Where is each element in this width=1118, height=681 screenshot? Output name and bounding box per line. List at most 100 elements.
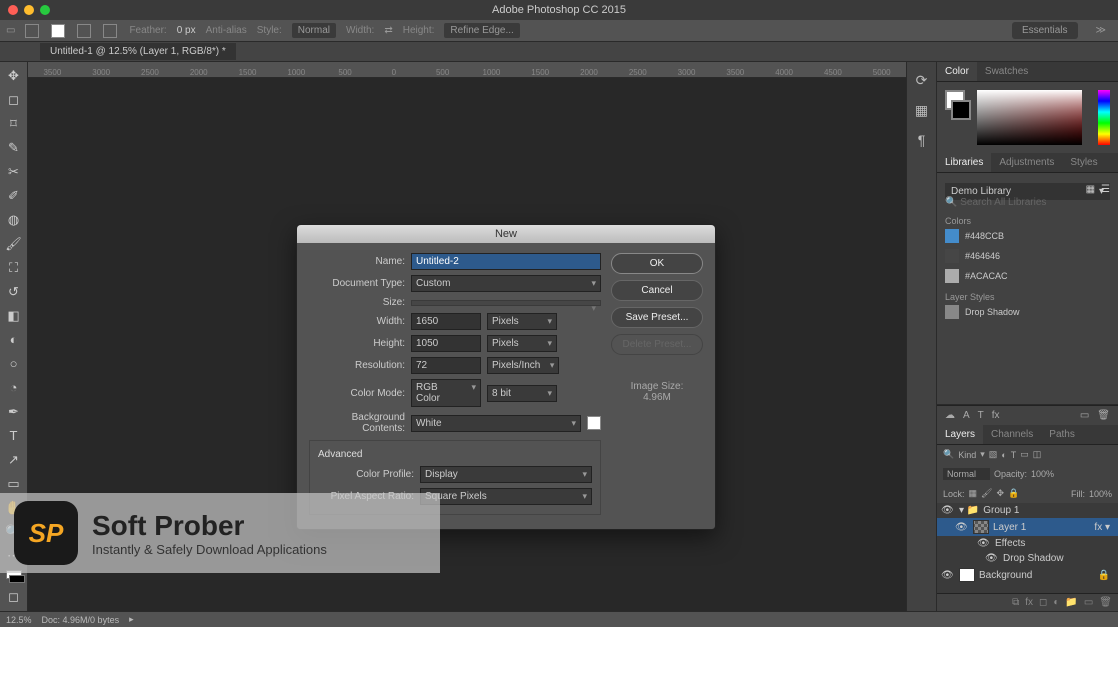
layer-background[interactable]: 👁Background🔒 <box>937 566 1118 584</box>
lib-upload-icon[interactable]: ☁ <box>945 410 955 421</box>
zoom-level[interactable]: 12.5% <box>6 615 32 625</box>
lock-position-icon[interactable]: ✥ <box>996 488 1004 499</box>
libraries-tab[interactable]: Libraries <box>937 153 991 172</box>
visibility-icon[interactable]: 👁 <box>941 505 955 516</box>
eraser-tool-icon[interactable]: ◧ <box>4 306 24 326</box>
color-depth-dropdown[interactable]: 8 bit <box>487 385 557 402</box>
blend-mode-dropdown[interactable]: Normal <box>943 468 990 480</box>
style-dropdown[interactable]: Normal <box>292 23 336 38</box>
selection-add-icon[interactable] <box>51 24 65 38</box>
library-list-icon[interactable]: ☰ <box>1101 184 1110 195</box>
color-item[interactable]: #464646 <box>945 246 1110 266</box>
close-window-button[interactable] <box>8 5 18 15</box>
background-swatch[interactable] <box>951 100 971 120</box>
color-item[interactable]: #ACACAC <box>945 266 1110 286</box>
layer-effects[interactable]: 👁Effects <box>937 536 1118 551</box>
width-input[interactable] <box>411 313 481 330</box>
marquee-tool-icon[interactable]: ▭ <box>6 25 15 36</box>
character-panel-icon[interactable]: ¶ <box>913 132 931 150</box>
lib-fx-icon[interactable]: fx <box>992 410 1000 421</box>
move-tool-icon[interactable]: ✥ <box>4 66 24 86</box>
shape-tool-icon[interactable]: ▭ <box>4 474 24 494</box>
blur-tool-icon[interactable]: ○ <box>4 354 24 374</box>
color-field[interactable] <box>977 90 1082 145</box>
styles-tab[interactable]: Styles <box>1062 153 1105 172</box>
color-profile-dropdown[interactable]: Display <box>420 466 592 483</box>
layer-mask-icon[interactable]: ◻ <box>1039 597 1047 608</box>
swatches-tab[interactable]: Swatches <box>977 62 1036 81</box>
dodge-tool-icon[interactable]: ◔ <box>4 378 24 398</box>
layer-effect-item[interactable]: 👁Drop Shadow <box>937 551 1118 566</box>
layer-group[interactable]: 👁▾ 📁Group 1 <box>937 503 1118 518</box>
bg-contents-dropdown[interactable]: White <box>411 415 581 432</box>
doc-type-dropdown[interactable]: Custom <box>411 275 601 292</box>
hue-slider[interactable] <box>1098 90 1110 145</box>
bg-color-swatch[interactable] <box>587 416 601 430</box>
width-unit-dropdown[interactable]: Pixels <box>487 313 557 330</box>
doc-info[interactable]: Doc: 4.96M/0 bytes <box>42 615 120 625</box>
selection-intersect-icon[interactable] <box>103 24 117 38</box>
quick-mask-icon[interactable]: ◻ <box>4 587 24 607</box>
filter-kind[interactable]: Kind <box>958 450 976 460</box>
history-tool-icon[interactable]: ↺ <box>4 282 24 302</box>
resolution-unit-dropdown[interactable]: Pixels/Inch <box>487 357 559 374</box>
document-tab[interactable]: Untitled-1 @ 12.5% (Layer 1, RGB/8*) * <box>40 43 236 60</box>
properties-panel-icon[interactable]: ▦ <box>913 102 931 120</box>
gradient-tool-icon[interactable]: ◐ <box>4 330 24 350</box>
lib-trash-icon[interactable]: 🗑 <box>1097 410 1110 421</box>
filter-image-icon[interactable]: ▧ <box>989 449 998 460</box>
selection-subtract-icon[interactable] <box>77 24 91 38</box>
lasso-tool-icon[interactable]: ⌑ <box>4 114 24 134</box>
delete-layer-icon[interactable]: 🗑 <box>1099 597 1112 608</box>
workspace-switcher[interactable]: Essentials <box>1012 22 1078 39</box>
library-grid-icon[interactable]: ▦ <box>1086 184 1095 195</box>
pen-tool-icon[interactable]: ✒ <box>4 402 24 422</box>
color-item[interactable]: #448CCB <box>945 226 1110 246</box>
lib-text-icon[interactable]: T <box>978 410 984 421</box>
library-search[interactable]: 🔍 Search All Libraries <box>945 195 1110 210</box>
filter-adjust-icon[interactable]: ◐ <box>1001 450 1006 460</box>
new-layer-icon[interactable]: ▭ <box>1084 597 1093 608</box>
layer-fx-icon[interactable]: fx <box>1025 597 1033 608</box>
feather-value[interactable]: 0 px <box>177 25 196 36</box>
lib-add-icon[interactable]: A <box>963 410 970 421</box>
paths-tab[interactable]: Paths <box>1041 425 1083 444</box>
channels-tab[interactable]: Channels <box>983 425 1041 444</box>
lock-all-icon[interactable]: 🔒 <box>1008 488 1019 499</box>
pixel-aspect-dropdown[interactable]: Square Pixels <box>420 488 592 505</box>
eyedropper-tool-icon[interactable]: ✐ <box>4 186 24 206</box>
layer-group-icon[interactable]: 📁 <box>1065 597 1077 608</box>
color-tab[interactable]: Color <box>937 62 977 81</box>
crop-tool-icon[interactable]: ✂ <box>4 162 24 182</box>
swap-icon[interactable]: ⇄ <box>384 25 392 36</box>
save-preset-button[interactable]: Save Preset... <box>611 307 703 328</box>
lock-image-icon[interactable]: 🖌 <box>981 488 992 499</box>
height-input[interactable] <box>411 335 481 352</box>
stamp-tool-icon[interactable]: ⛶ <box>4 258 24 278</box>
opacity-value[interactable]: 100% <box>1031 469 1054 479</box>
selection-new-icon[interactable] <box>25 24 39 38</box>
lib-new-icon[interactable]: ▭ <box>1080 410 1089 421</box>
layer-item[interactable]: 👁Layer 1fx ▾ <box>937 518 1118 536</box>
antialias-checkbox[interactable]: Anti-alias <box>206 25 247 36</box>
brush-tool-icon[interactable]: 🖌 <box>4 234 24 254</box>
layers-tab[interactable]: Layers <box>937 425 983 444</box>
marquee-tool-icon[interactable]: ◻ <box>4 90 24 110</box>
filter-type-icon[interactable]: T <box>1011 450 1017 460</box>
path-tool-icon[interactable]: ↗ <box>4 450 24 470</box>
refine-edge-button[interactable]: Refine Edge... <box>444 23 519 38</box>
minimize-window-button[interactable] <box>24 5 34 15</box>
link-layers-icon[interactable]: ⧉ <box>1012 597 1019 608</box>
maximize-window-button[interactable] <box>40 5 50 15</box>
fill-value[interactable]: 100% <box>1089 489 1112 499</box>
adjustment-layer-icon[interactable]: ◐ <box>1053 597 1059 608</box>
layer-style-item[interactable]: Drop Shadow <box>945 302 1110 322</box>
color-mode-dropdown[interactable]: RGB Color <box>411 379 481 407</box>
type-tool-icon[interactable]: T <box>4 426 24 446</box>
lock-transparency-icon[interactable]: ▦ <box>969 488 978 499</box>
visibility-icon[interactable]: 👁 <box>985 553 999 564</box>
filter-shape-icon[interactable]: ▭ <box>1020 449 1029 460</box>
search-icon[interactable]: ≫ <box>1096 25 1106 36</box>
cancel-button[interactable]: Cancel <box>611 280 703 301</box>
visibility-icon[interactable]: 👁 <box>941 570 955 581</box>
